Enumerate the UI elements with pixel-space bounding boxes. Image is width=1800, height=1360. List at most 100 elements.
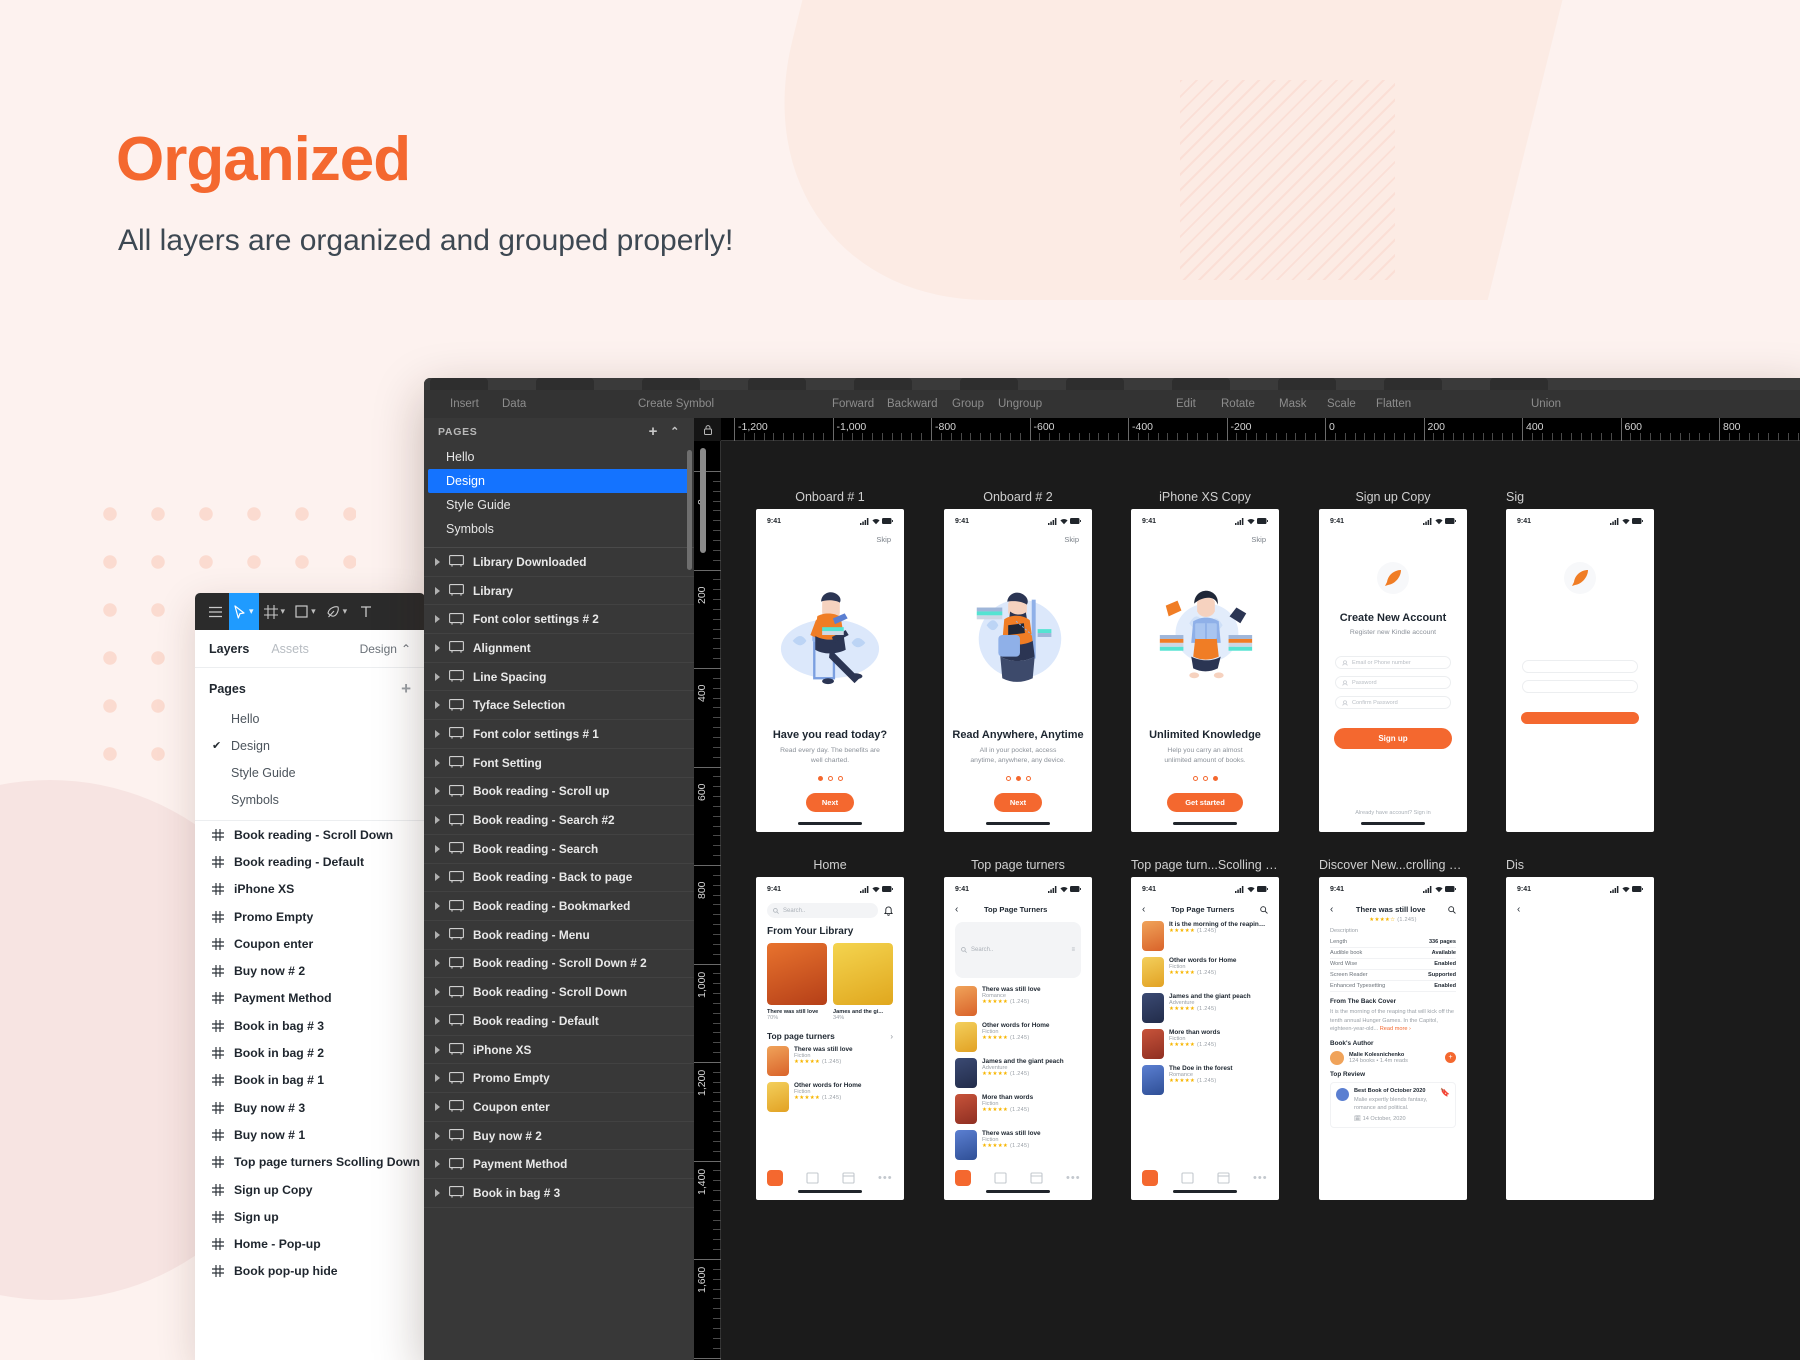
chevron-right-icon[interactable]	[435, 816, 440, 825]
layer-row[interactable]: Book pop-up hide	[195, 1258, 425, 1285]
layer-row[interactable]: Book reading - Back to page	[424, 864, 694, 893]
page-item-design[interactable]: ✔ Design	[195, 732, 425, 759]
layer-row[interactable]: Home - Pop-up	[195, 1230, 425, 1257]
page-item-symbols[interactable]: Symbols	[424, 517, 694, 541]
tab-library-icon[interactable]	[1030, 1172, 1043, 1184]
layer-row[interactable]: Book reading - Scroll Down	[424, 978, 694, 1007]
layer-row[interactable]: iPhone XS	[424, 1036, 694, 1065]
primary-cta-button[interactable]: Get started	[1167, 793, 1243, 812]
layer-row[interactable]: Payment Method	[195, 985, 425, 1012]
tab-more-icon[interactable]: •••	[1253, 1172, 1268, 1184]
list-item[interactable]: More than words Fiction ★★★★★ (1.245)	[1142, 1029, 1268, 1059]
list-item[interactable]: Other words for Home Fiction ★★★★★ (1.245)	[767, 1082, 893, 1112]
phone-frame[interactable]: 9:41 Skip Unlimited Knowledge Help you carr…	[1131, 509, 1279, 832]
toolbar-item-group[interactable]: Group	[952, 398, 984, 410]
toolbar-item-union[interactable]: Union	[1531, 398, 1561, 410]
layer-row[interactable]: Font color settings # 1	[424, 720, 694, 749]
chevron-right-icon[interactable]	[435, 1016, 440, 1025]
layer-row[interactable]: Book in bag # 1	[195, 1067, 425, 1094]
design-canvas[interactable]: -1,200 -1,000 -800 -600 -400 -200 0 200 400 600 80…	[694, 418, 1800, 1360]
canvas-scrollbar[interactable]	[700, 448, 706, 553]
artboard-title[interactable]: iPhone XS Copy	[1131, 490, 1279, 504]
chevron-down-icon[interactable]: ▾	[281, 606, 286, 617]
filter-icon[interactable]: ≡	[1071, 947, 1075, 953]
layer-row[interactable]: Promo Empty	[195, 903, 425, 930]
read-more-link[interactable]: Read more ›	[1380, 1026, 1411, 1032]
artboard-home[interactable]: Home 9:41 Search.. From Your Library There w…	[756, 858, 904, 1200]
artboard-signup[interactable]: Sign up Copy 9:41 Create New Account Regist…	[1319, 490, 1467, 832]
plus-icon[interactable]: +	[649, 424, 658, 439]
phone-frame[interactable]: 9:41 ‹ Top Page Turners Search.. ≡ There was …	[944, 877, 1092, 1200]
pagination-dot[interactable]	[1212, 776, 1218, 781]
skip-link[interactable]: Skip	[944, 529, 1092, 544]
follow-author-button[interactable]: +	[1445, 1052, 1456, 1064]
layer-row[interactable]: Coupon enter	[424, 1093, 694, 1122]
layer-row[interactable]: Book reading - Search #2	[424, 806, 694, 835]
page-item-style-guide[interactable]: Style Guide	[424, 493, 694, 517]
layer-row[interactable]: Book reading - Default	[424, 1007, 694, 1036]
layer-row[interactable]: Top page turners Scolling Down	[195, 1149, 425, 1176]
artboard-title[interactable]: Home	[756, 858, 904, 872]
layer-row[interactable]: iPhone XS	[195, 876, 425, 903]
toolbar-item-rotate[interactable]: Rotate	[1221, 398, 1255, 410]
chevron-right-icon[interactable]	[435, 844, 440, 853]
page-item-hello[interactable]: Hello	[424, 445, 694, 469]
artboard-title[interactable]: Onboard # 1	[756, 490, 904, 504]
tab-library-icon[interactable]	[842, 1172, 855, 1184]
chevron-right-icon[interactable]	[435, 1102, 440, 1111]
page-item-design[interactable]: Design	[428, 469, 690, 493]
layer-row[interactable]: Book in bag # 2	[195, 1039, 425, 1066]
toolbar-item-scale[interactable]: Scale	[1327, 398, 1356, 410]
artboard-title[interactable]: Dis	[1506, 858, 1654, 872]
phone-frame[interactable]: 9:41 Create New Account Register new Kindl…	[1319, 509, 1467, 832]
toolbar-item-ungroup[interactable]: Ungroup	[998, 398, 1042, 410]
chevron-right-icon[interactable]	[435, 1045, 440, 1054]
artboard-title[interactable]: Sign up Copy	[1319, 490, 1467, 504]
layer-row[interactable]: Library Downloaded	[424, 548, 694, 577]
layer-row[interactable]: Book reading - Default	[195, 848, 425, 875]
list-item[interactable]: There was still love Fiction ★★★★★ (1.245)	[767, 1046, 893, 1076]
layer-row[interactable]: Sign up Copy	[195, 1176, 425, 1203]
artboard[interactable]: Onboard # 1 9:41 Skip Have you read today? R…	[756, 490, 904, 832]
cursor-arrow-icon[interactable]: ▾	[229, 593, 259, 630]
artboard[interactable]: iPhone XS Copy 9:41 Skip Unlimited Knowledg…	[1131, 490, 1279, 832]
chevron-down-icon[interactable]: ▾	[249, 606, 254, 617]
phone-frame[interactable]: 9:41 ‹ There was still love ★★★★☆ (1.245) De…	[1319, 877, 1467, 1200]
input-field[interactable]	[1522, 660, 1638, 673]
design-menu[interactable]: Design ⌃	[360, 642, 411, 656]
back-chevron-icon[interactable]: ‹	[1517, 904, 1520, 915]
layer-row[interactable]: Alignment	[424, 634, 694, 663]
chevron-right-icon[interactable]	[435, 729, 440, 738]
layer-row[interactable]: Buy now # 1	[195, 1121, 425, 1148]
layer-row[interactable]: Book reading - Scroll Down # 2	[424, 950, 694, 979]
chevron-right-icon[interactable]	[435, 643, 440, 652]
tab-more-icon[interactable]: •••	[1066, 1172, 1081, 1184]
tab-assets[interactable]: Assets	[271, 642, 309, 656]
chevron-right-icon[interactable]	[435, 930, 440, 939]
layer-row[interactable]: Book reading - Search	[424, 835, 694, 864]
rectangle-icon[interactable]: ▾	[290, 593, 321, 630]
bell-icon[interactable]	[884, 905, 893, 916]
add-page-button[interactable]: +	[401, 680, 411, 697]
tab-layers[interactable]: Layers	[209, 642, 249, 656]
skip-link[interactable]: Skip	[1131, 529, 1279, 544]
toolbar-item-forward[interactable]: Forward	[832, 398, 874, 410]
layer-row[interactable]: Buy now # 2	[424, 1122, 694, 1151]
layer-row[interactable]: Line Spacing	[424, 663, 694, 692]
tab-book-icon[interactable]	[1181, 1172, 1194, 1184]
phone-frame[interactable]: 9:41 ‹	[1506, 877, 1654, 1200]
chevron-right-icon[interactable]	[435, 615, 440, 624]
list-item[interactable]: It is the morning of the reaping that wi…	[1142, 921, 1268, 951]
layer-row[interactable]: Book reading - Bookmarked	[424, 892, 694, 921]
toolbar-item-flatten[interactable]: Flatten	[1376, 398, 1411, 410]
artboard-partial[interactable]: Dis 9:41 ‹	[1506, 858, 1654, 1200]
phone-frame[interactable]: 9:41 Skip Have you read today? Read every d…	[756, 509, 904, 832]
layer-row[interactable]: Font color settings # 2	[424, 605, 694, 635]
pages-scrollbar[interactable]	[687, 450, 692, 570]
list-item[interactable]: There was still love Fiction ★★★★★ (1.245)	[955, 1130, 1081, 1160]
artboard-partial[interactable]: Sig 9:41	[1506, 490, 1654, 832]
tab-more-icon[interactable]: •••	[878, 1172, 893, 1184]
artboard-title[interactable]: Top page turners	[944, 858, 1092, 872]
chevron-right-icon[interactable]	[435, 1074, 440, 1083]
phone-frame[interactable]: 9:41 ‹ Top Page Turners It is the morning o…	[1131, 877, 1279, 1200]
